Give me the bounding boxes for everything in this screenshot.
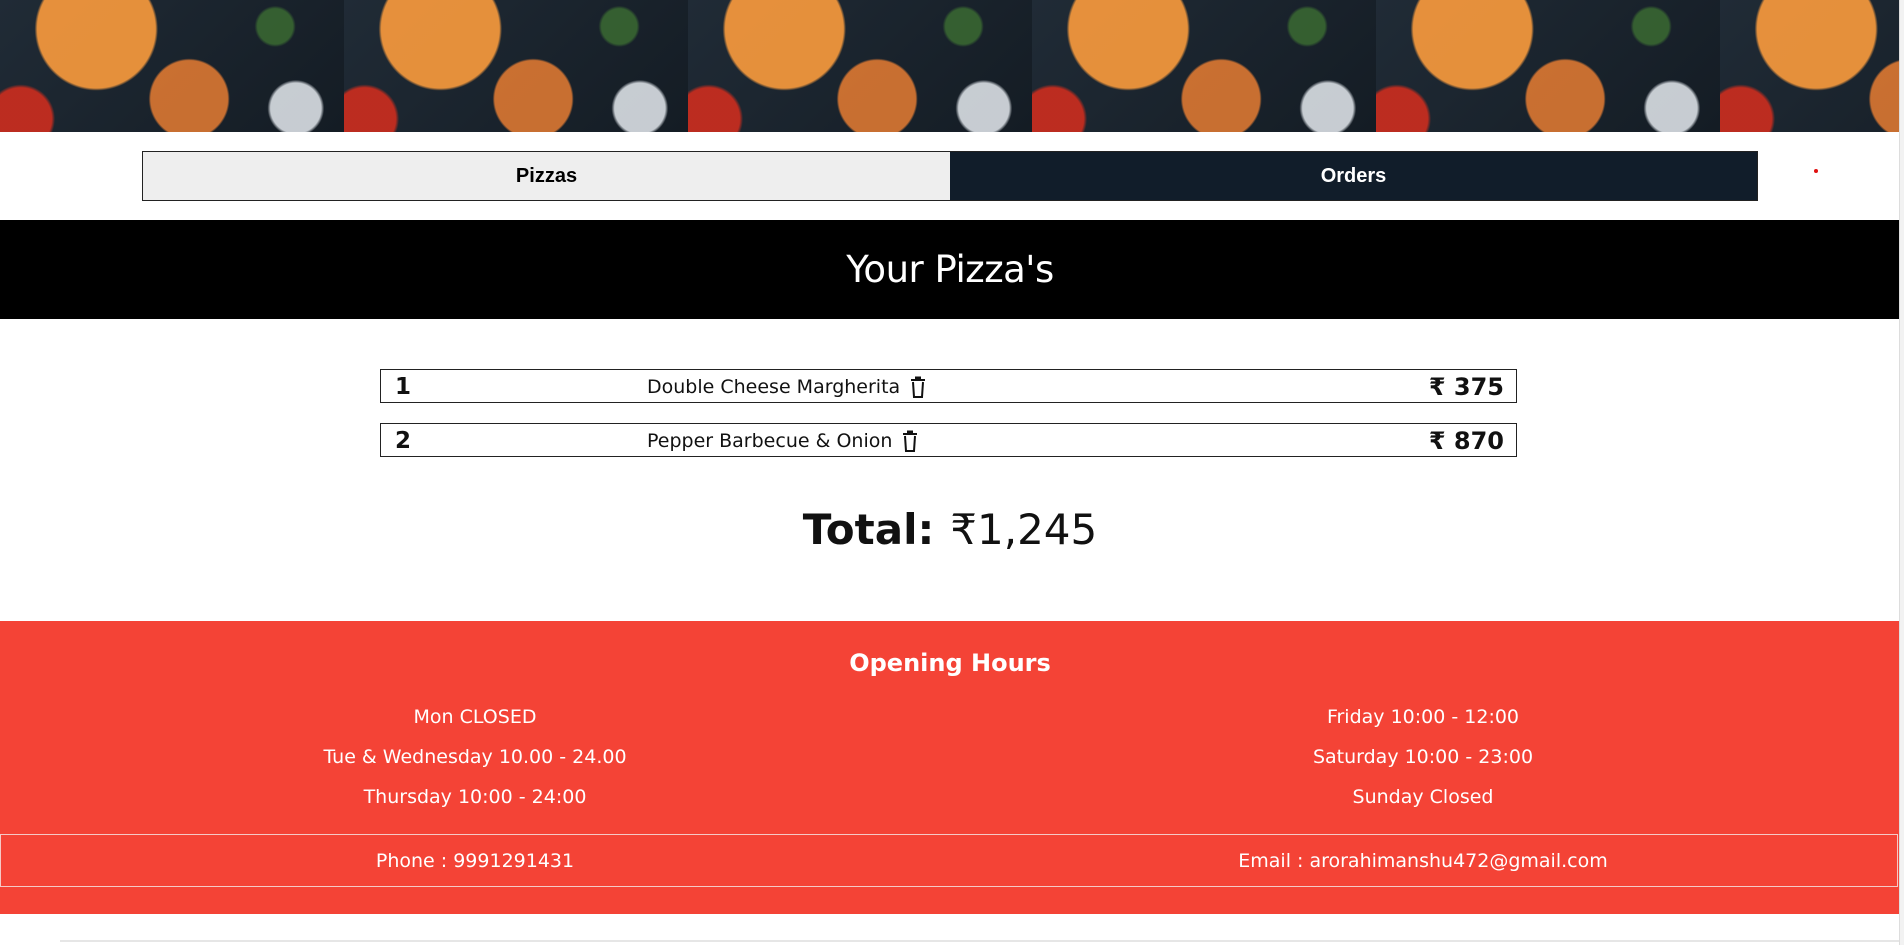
email-text: Email : arorahimanshu472@gmail.com xyxy=(1238,849,1608,872)
hours-right: Friday 10:00 - 12:00 Saturday 10:00 - 23… xyxy=(948,706,1898,826)
order-price: ₹ 870 xyxy=(1428,427,1504,455)
title-band: Your Pizza's xyxy=(0,220,1900,319)
hours-line: Sunday Closed xyxy=(1352,786,1494,808)
hours-line: Saturday 10:00 - 23:00 xyxy=(1312,746,1534,768)
contact-bar: Phone : 9991291431 Email : arorahimanshu… xyxy=(0,834,1898,887)
footer: Opening Hours Mon CLOSED Tue & Wednesday… xyxy=(0,621,1900,914)
order-index: 1 xyxy=(395,374,412,400)
order-price: ₹ 375 xyxy=(1428,373,1504,401)
trash-icon[interactable] xyxy=(910,376,926,398)
divider xyxy=(60,940,1900,942)
page-title: Your Pizza's xyxy=(846,248,1054,291)
total-label: Total: xyxy=(802,505,935,554)
order-item: Pepper Barbecue & Onion xyxy=(647,430,918,452)
order-row: 1 Double Cheese Margherita ₹ 375 xyxy=(380,369,1517,403)
trash-icon[interactable] xyxy=(902,430,918,452)
opening-hours-heading: Opening Hours xyxy=(849,649,1051,677)
scrollbar[interactable] xyxy=(1899,0,1904,945)
order-row: 2 Pepper Barbecue & Onion ₹ 870 xyxy=(380,423,1517,457)
order-item: Double Cheese Margherita xyxy=(647,376,926,398)
nav-tabs: Pizzas Orders xyxy=(142,151,1758,201)
tab-orders[interactable]: Orders xyxy=(950,152,1757,200)
hours-line: Friday 10:00 - 12:00 xyxy=(1326,706,1520,728)
pizza-banner-image xyxy=(0,0,1900,132)
hours-left: Mon CLOSED Tue & Wednesday 10.00 - 24.00… xyxy=(0,706,950,826)
hours-line: Thursday 10:00 - 24:00 xyxy=(363,786,587,808)
hours-line: Mon CLOSED xyxy=(413,706,537,728)
order-index: 2 xyxy=(395,428,412,454)
total-value: ₹1,245 xyxy=(950,505,1098,554)
order-total: Total: ₹1,245 xyxy=(0,505,1900,554)
status-dot xyxy=(1814,169,1818,173)
phone-text: Phone : 9991291431 xyxy=(375,849,575,872)
order-name: Pepper Barbecue & Onion xyxy=(647,430,893,452)
tab-pizzas[interactable]: Pizzas xyxy=(143,152,950,200)
order-name: Double Cheese Margherita xyxy=(647,376,901,398)
hours-line: Tue & Wednesday 10.00 - 24.00 xyxy=(323,746,627,768)
